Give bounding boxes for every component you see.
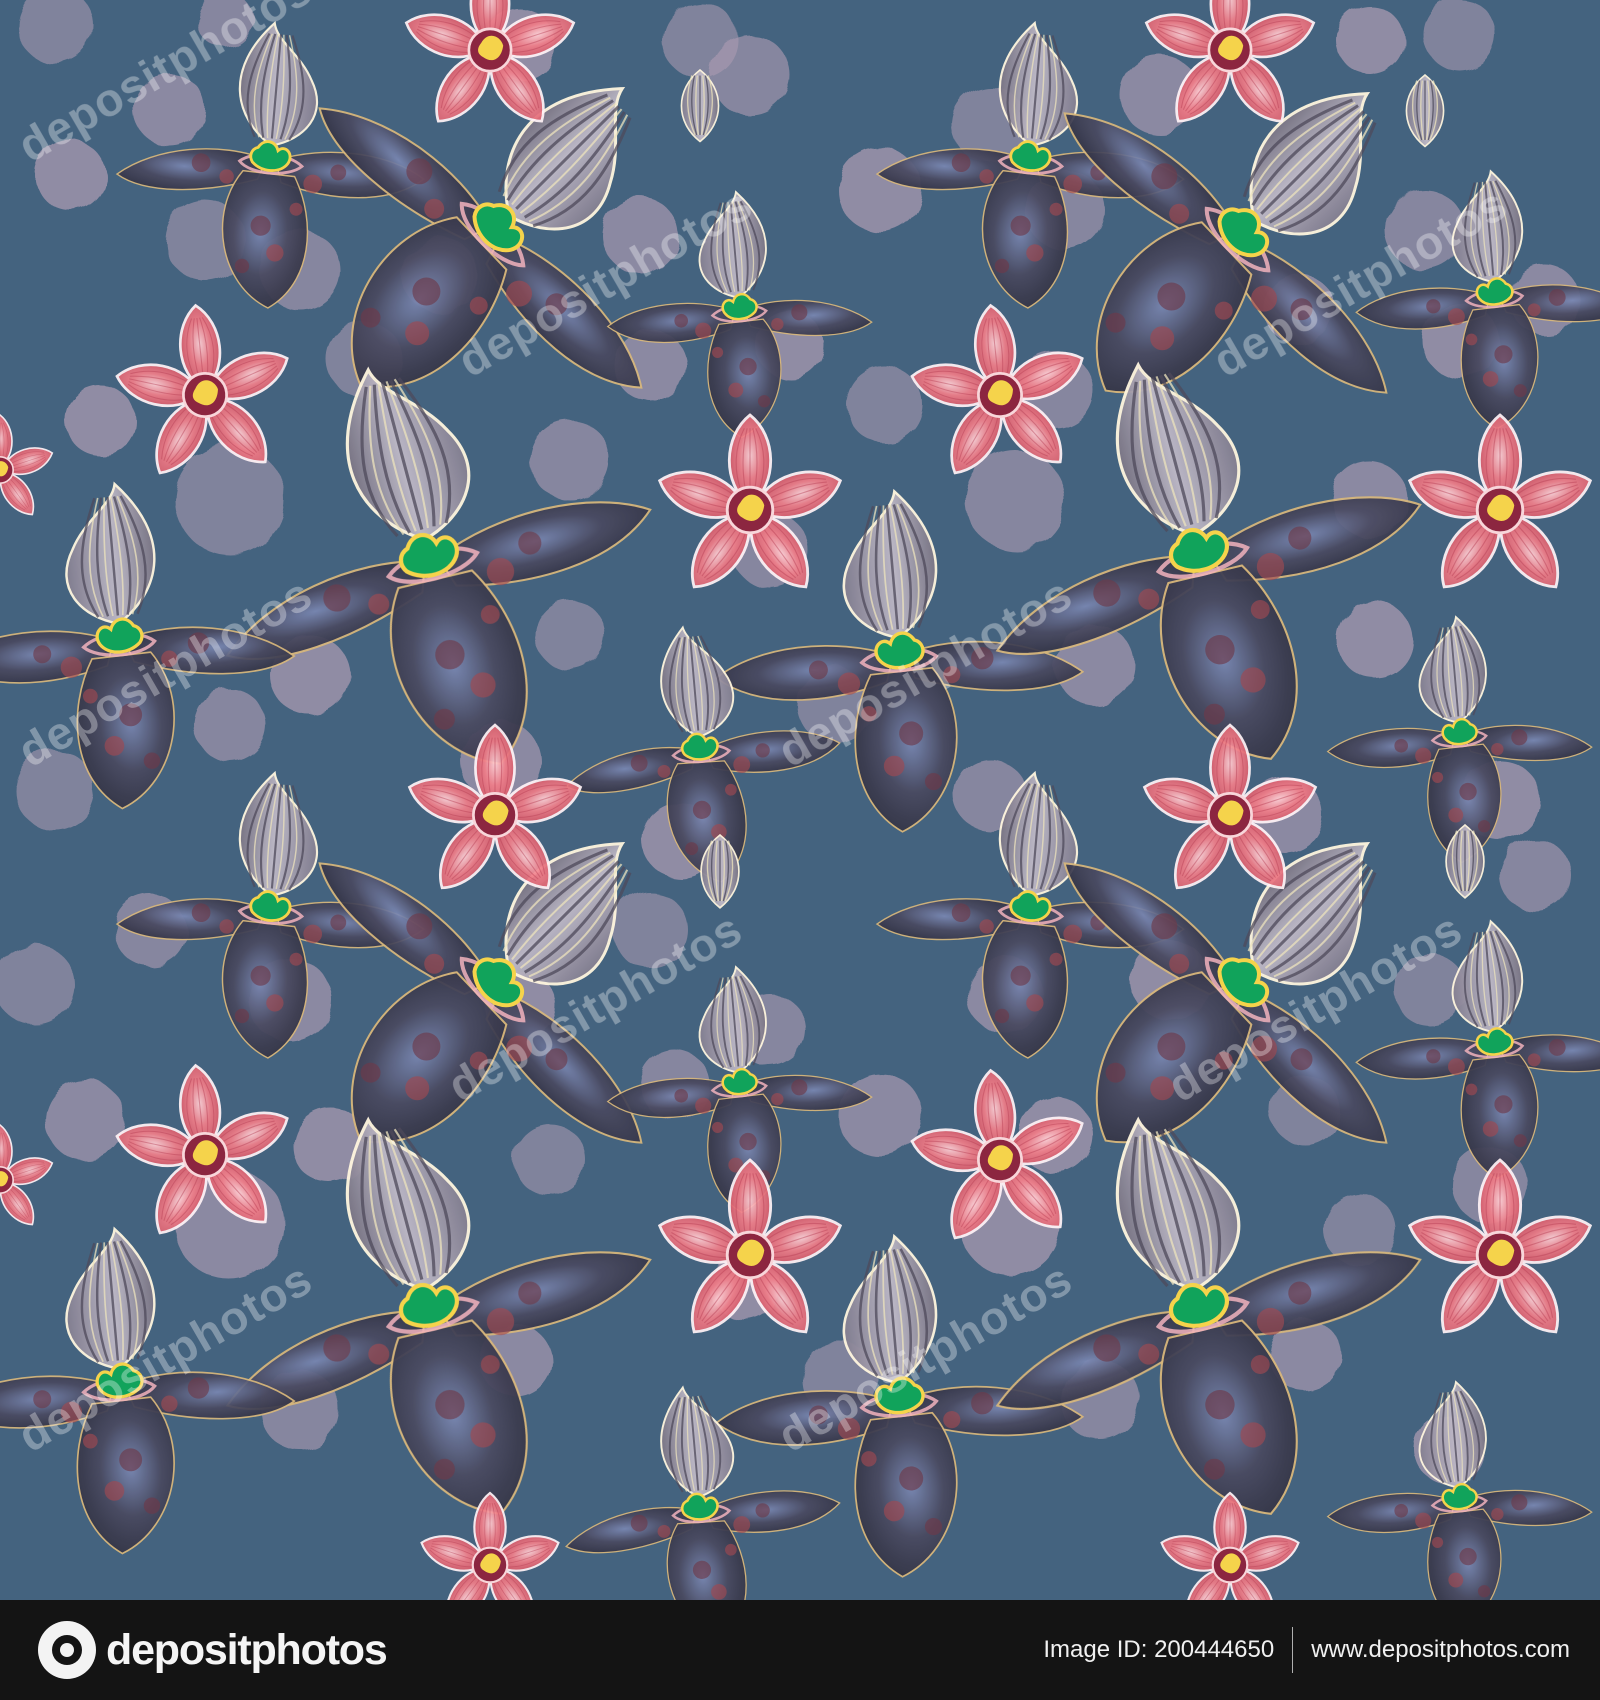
pink-dot <box>15 750 95 830</box>
depositphotos-logo-icon <box>38 1621 96 1679</box>
pink-dot <box>1499 839 1571 911</box>
stock-photo-footer: depositphotos Image ID: 200444650 www.de… <box>0 1600 1600 1700</box>
dark-lower-pouch <box>76 1396 175 1555</box>
pink-dot <box>710 35 790 115</box>
depositphotos-brand: depositphotos <box>38 1621 638 1679</box>
pink-dot <box>1337 602 1413 678</box>
striped-orchid-hood <box>1405 73 1445 148</box>
dark-slipper-orchid <box>1355 919 1600 1180</box>
pink-dot <box>175 445 285 555</box>
pink-dot <box>134 74 206 146</box>
pink-dot <box>197 0 253 48</box>
pink-dot <box>45 1080 125 1160</box>
image-metadata: Image ID: 200444650 www.depositphotos.co… <box>1043 1621 1570 1679</box>
pink-dot <box>612 892 688 968</box>
pink-dot <box>0 945 75 1025</box>
pink-dot <box>1385 190 1465 270</box>
dark-lower-pouch <box>854 1411 958 1578</box>
dark-slipper-orchid <box>1355 169 1600 430</box>
website-link-text: www.depositphotos.com <box>1311 1636 1570 1663</box>
pink-dot <box>35 140 105 210</box>
pink-dot <box>1424 0 1496 71</box>
pink-orchid-flower <box>420 1491 560 1600</box>
pink-orchid-flower <box>0 1123 54 1226</box>
watercolor-pattern-artwork: depositphotos depositphotos depositphoto… <box>0 0 1600 1600</box>
pink-dot <box>530 420 610 500</box>
dark-lower-pouch <box>854 666 958 833</box>
image-id-label: Image ID: 200444650 <box>1043 1636 1275 1663</box>
metadata-divider <box>1292 1627 1294 1673</box>
pink-dot <box>65 385 135 455</box>
pink-dot <box>194 689 266 761</box>
pink-orchid-flower <box>1407 1158 1593 1334</box>
pink-dot <box>514 1124 586 1196</box>
pink-orchid-flower <box>1160 1491 1300 1600</box>
dark-lower-pouch <box>981 919 1069 1059</box>
brand-name: depositphotos <box>106 1625 388 1674</box>
orchid-pattern-svg <box>0 0 1600 1600</box>
pink-dot <box>602 197 678 273</box>
dark-slipper-orchid <box>1326 1380 1593 1600</box>
pink-dot <box>535 600 605 670</box>
dark-lower-pouch <box>981 169 1069 309</box>
pink-orchid-flower <box>0 413 54 516</box>
pink-dot <box>17 0 93 63</box>
image-page: depositphotos depositphotos depositphoto… <box>0 0 1600 1700</box>
pink-dot <box>1336 6 1404 74</box>
pink-dot <box>965 450 1065 550</box>
dark-lower-pouch <box>1460 303 1539 430</box>
pink-orchid-flower <box>1407 413 1593 589</box>
